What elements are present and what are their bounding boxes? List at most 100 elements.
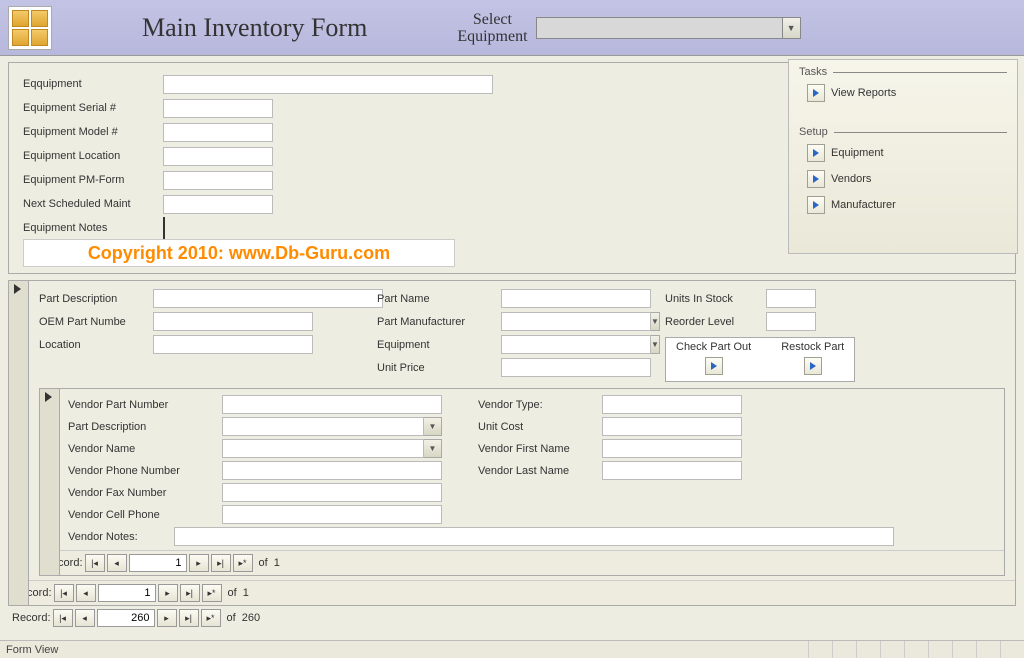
arrow-right-icon: [807, 144, 825, 162]
unit-price-input[interactable]: [501, 358, 651, 377]
arrow-right-icon: [804, 357, 822, 375]
prev-record-button[interactable]: ◂: [75, 609, 95, 627]
part-mfr-combo[interactable]: [501, 312, 651, 331]
oem-no-input[interactable]: [153, 312, 313, 331]
chevron-down-icon[interactable]: ▼: [651, 312, 660, 331]
tasks-heading: Tasks: [799, 66, 827, 78]
vendor-subform: Vendor Part Number Vendor Type: Part Des…: [39, 388, 1005, 576]
chevron-down-icon[interactable]: ▼: [424, 439, 442, 458]
part-equipment-combo[interactable]: [501, 335, 651, 354]
location-label: Equipment Location: [23, 150, 163, 162]
view-reports-link[interactable]: View Reports: [789, 80, 1017, 106]
setup-manufacturer-label: Manufacturer: [831, 199, 896, 211]
serial-input[interactable]: [163, 99, 273, 118]
of-label: of: [228, 587, 237, 599]
record-number-input[interactable]: [97, 609, 155, 627]
unit-cost-input[interactable]: [602, 417, 742, 436]
setup-vendors-label: Vendors: [831, 173, 871, 185]
vendor-phone-input[interactable]: [222, 461, 442, 480]
vendor-fax-label: Vendor Fax Number: [68, 487, 218, 499]
part-desc-input[interactable]: [153, 289, 383, 308]
equipment-input[interactable]: [163, 75, 493, 94]
model-input[interactable]: [163, 123, 273, 142]
pmform-label: Equipment PM-Form: [23, 174, 163, 186]
check-part-out-button[interactable]: Check Part Out: [676, 341, 751, 375]
last-record-button[interactable]: ▸|: [179, 609, 199, 627]
vendor-last-label: Vendor Last Name: [478, 465, 598, 477]
first-record-button[interactable]: |◂: [53, 609, 73, 627]
vendor-fax-input[interactable]: [222, 483, 442, 502]
next-record-button[interactable]: ▸: [157, 609, 177, 627]
vpn-input[interactable]: [222, 395, 442, 414]
chevron-down-icon[interactable]: ▼: [782, 18, 800, 38]
vendor-cell-input[interactable]: [222, 505, 442, 524]
setup-heading: Setup: [799, 126, 828, 138]
unit-cost-label: Unit Cost: [478, 421, 598, 433]
status-text: Form View: [6, 644, 58, 656]
copyright-notice: Copyright 2010: www.Db-Guru.com: [23, 239, 455, 267]
units-in-stock-input[interactable]: [766, 289, 816, 308]
vendor-part-desc-label: Part Description: [68, 421, 218, 433]
vendor-first-label: Vendor First Name: [478, 443, 598, 455]
select-equipment-label: Select Equipment: [457, 11, 527, 45]
vtype-input[interactable]: [602, 395, 742, 414]
part-subform: Part Description OEM Part Numbe Location…: [8, 280, 1016, 606]
setup-manufacturer-link[interactable]: Manufacturer: [789, 192, 1017, 218]
chevron-down-icon[interactable]: ▼: [651, 335, 660, 354]
oem-no-label: OEM Part Numbe: [39, 316, 149, 328]
unit-price-label: Unit Price: [377, 362, 497, 374]
setup-equipment-label: Equipment: [831, 147, 884, 159]
first-record-button[interactable]: |◂: [54, 584, 74, 602]
record-label: Record:: [12, 612, 51, 624]
setup-equipment-link[interactable]: Equipment: [789, 140, 1017, 166]
restock-part-button[interactable]: Restock Part: [781, 341, 844, 375]
of-label: of: [259, 557, 268, 569]
new-record-button[interactable]: ▸*: [201, 609, 221, 627]
part-desc-label: Part Description: [39, 293, 149, 305]
first-record-button[interactable]: |◂: [85, 554, 105, 572]
vendor-name-label: Vendor Name: [68, 443, 218, 455]
nextmaint-input[interactable]: [163, 195, 273, 214]
vendor-last-input[interactable]: [602, 461, 742, 480]
prev-record-button[interactable]: ◂: [107, 554, 127, 572]
units-in-stock-label: Units In Stock: [665, 293, 760, 305]
next-record-button[interactable]: ▸: [189, 554, 209, 572]
part-location-input[interactable]: [153, 335, 313, 354]
notes-label: Equipment Notes: [23, 222, 163, 234]
record-selector[interactable]: [9, 281, 29, 605]
record-total: 260: [242, 612, 260, 624]
vendor-notes-input[interactable]: [174, 527, 894, 546]
reorder-level-label: Reorder Level: [665, 316, 760, 328]
arrow-right-icon: [807, 196, 825, 214]
app-icon: [8, 6, 52, 50]
vendor-name-combo[interactable]: [222, 439, 424, 458]
part-location-label: Location: [39, 339, 149, 351]
prev-record-button[interactable]: ◂: [76, 584, 96, 602]
vendor-phone-label: Vendor Phone Number: [68, 465, 218, 477]
page-title: Main Inventory Form: [142, 13, 367, 43]
last-record-button[interactable]: ▸|: [180, 584, 200, 602]
next-record-button[interactable]: ▸: [158, 584, 178, 602]
part-equipment-label: Equipment: [377, 339, 497, 351]
new-record-button[interactable]: ▸*: [233, 554, 253, 572]
reorder-level-input[interactable]: [766, 312, 816, 331]
vendor-first-input[interactable]: [602, 439, 742, 458]
arrow-right-icon: [807, 84, 825, 102]
last-record-button[interactable]: ▸|: [211, 554, 231, 572]
setup-vendors-link[interactable]: Vendors: [789, 166, 1017, 192]
select-equipment-combo[interactable]: ▼: [536, 17, 801, 39]
vendor-notes-label: Vendor Notes:: [68, 531, 168, 543]
record-selector[interactable]: [40, 389, 60, 575]
new-record-button[interactable]: ▸*: [202, 584, 222, 602]
vendor-cell-label: Vendor Cell Phone: [68, 509, 218, 521]
location-input[interactable]: [163, 147, 273, 166]
arrow-right-icon: [705, 357, 723, 375]
view-reports-label: View Reports: [831, 87, 896, 99]
part-name-input[interactable]: [501, 289, 651, 308]
pmform-input[interactable]: [163, 171, 273, 190]
restock-part-label: Restock Part: [781, 341, 844, 353]
record-number-input[interactable]: [98, 584, 156, 602]
chevron-down-icon[interactable]: ▼: [424, 417, 442, 436]
record-number-input[interactable]: [129, 554, 187, 572]
vendor-part-desc-combo[interactable]: [222, 417, 424, 436]
